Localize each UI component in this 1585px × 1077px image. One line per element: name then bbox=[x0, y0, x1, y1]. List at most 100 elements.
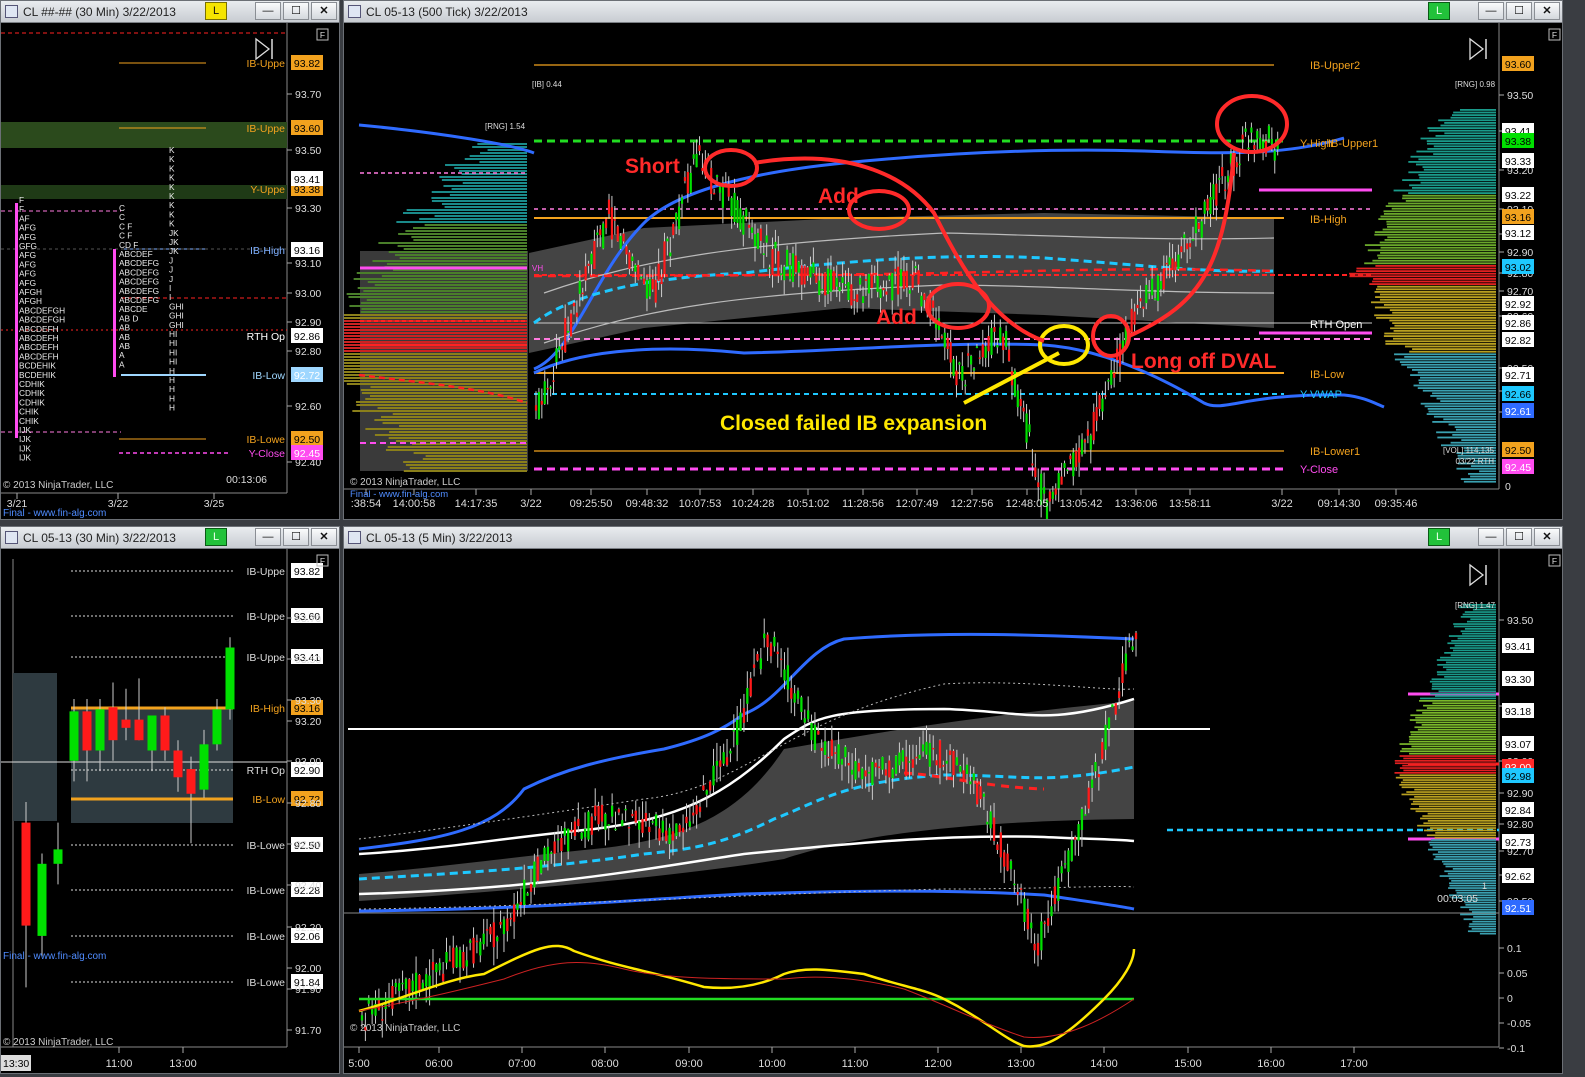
volume-bar bbox=[1389, 319, 1496, 322]
window-title: CL 05-13 (500 Tick) 3/22/2013 bbox=[366, 5, 528, 19]
tick-candle bbox=[648, 278, 651, 297]
tick-candle bbox=[1212, 184, 1215, 200]
tick-candle bbox=[546, 387, 549, 390]
link-button[interactable]: L bbox=[205, 2, 227, 20]
five-min-candle bbox=[485, 929, 489, 931]
minimize-button[interactable]: — bbox=[255, 528, 281, 546]
minimize-button[interactable]: — bbox=[255, 2, 281, 20]
chart-canvas[interactable]: IB-Uppe 93.82 IB-Uppe 93.60 IB-Uppe 93.41 IB-H… bbox=[1, 549, 339, 1073]
volume-bar bbox=[1431, 685, 1496, 688]
volume-bar bbox=[439, 176, 527, 178]
close-button[interactable]: ✕ bbox=[1534, 528, 1560, 546]
title-bar[interactable]: CL ##-## (30 Min) 3/22/2013 L — ☐ ✕ bbox=[1, 1, 339, 23]
tick-candle bbox=[534, 405, 538, 411]
link-button[interactable]: L bbox=[1428, 2, 1450, 20]
volume-bar bbox=[1436, 397, 1496, 400]
tick-candle bbox=[756, 232, 760, 249]
title-bar[interactable]: CL 05-13 (5 Min) 3/22/2013 L — ☐ ✕ bbox=[344, 527, 1562, 549]
close-button[interactable]: ✕ bbox=[311, 2, 337, 20]
five-min-candle bbox=[546, 846, 550, 861]
tick-candle bbox=[613, 219, 616, 221]
five-min-candle bbox=[560, 838, 563, 852]
profile-chart-svg[interactable]: FFAFAFGAFGGFGAFGAFGAFGAFGAFGHAFGHABCDEFG… bbox=[1, 23, 340, 520]
tick-candle bbox=[958, 362, 961, 365]
minimize-button[interactable]: — bbox=[1478, 2, 1504, 20]
five-min-candle bbox=[425, 974, 428, 987]
chart-canvas[interactable]: 93.5093.2093.0092.9092.8092.7092.6092.50… bbox=[344, 549, 1562, 1073]
minimize-button[interactable]: — bbox=[1478, 528, 1504, 546]
volume-bar bbox=[1427, 820, 1496, 822]
volume-bar bbox=[425, 455, 527, 457]
tick-candle bbox=[698, 145, 701, 151]
five-min-candle bbox=[634, 810, 637, 823]
chart-canvas[interactable]: Short Add Add Long off DVAL Closed failed IB… bbox=[344, 23, 1562, 519]
five-min-candle bbox=[739, 712, 742, 731]
maximize-button[interactable]: ☐ bbox=[1506, 528, 1532, 546]
volume-bar bbox=[1379, 298, 1496, 301]
price-tag: 93.16 bbox=[1505, 212, 1531, 224]
volume-bar bbox=[1412, 369, 1496, 371]
title-bar[interactable]: CL 05-13 (30 Min) 3/22/2013 L — ☐ ✕ bbox=[1, 527, 339, 549]
volume-bar bbox=[1411, 745, 1496, 748]
close-button[interactable]: ✕ bbox=[1534, 2, 1560, 20]
tick-candle bbox=[1095, 407, 1098, 421]
five-min-candle bbox=[976, 782, 979, 805]
volume-bar bbox=[1408, 736, 1496, 738]
volume-bar bbox=[1409, 350, 1496, 353]
window-title: CL 05-13 (5 Min) 3/22/2013 bbox=[366, 531, 513, 545]
volume-bar bbox=[1417, 824, 1496, 827]
volume-bar bbox=[356, 272, 527, 274]
link-button[interactable]: L bbox=[1428, 528, 1450, 546]
tick-candle bbox=[540, 400, 543, 405]
five-min-candle bbox=[506, 918, 509, 932]
filter-icon: F bbox=[1552, 30, 1557, 40]
tick-candle bbox=[590, 253, 593, 265]
volume-bar bbox=[344, 332, 527, 334]
volume-bar bbox=[1394, 772, 1496, 774]
volume-bar bbox=[1416, 163, 1496, 166]
link-button[interactable]: L bbox=[205, 528, 227, 546]
five-min-candle bbox=[898, 752, 901, 766]
volume-bar bbox=[1394, 353, 1496, 356]
x-tick-label: 12:48:05 bbox=[1006, 498, 1049, 510]
volume-bar bbox=[1430, 827, 1496, 829]
five-min-candle bbox=[992, 817, 996, 841]
y-tick-label: 92.60 bbox=[295, 401, 321, 413]
five-min-candle bbox=[661, 820, 664, 833]
close-button[interactable]: ✕ bbox=[311, 528, 337, 546]
price-tag: 92.73 bbox=[1505, 837, 1531, 849]
volume-bar bbox=[386, 263, 527, 265]
tick-candle bbox=[1267, 125, 1271, 139]
maximize-button[interactable]: ☐ bbox=[283, 2, 309, 20]
chart-canvas[interactable]: F F AF AFG AFG GFG AFG AFG AFG AFG AFGH AFGH ABCDEFG… bbox=[1, 23, 339, 519]
x-tick-label: 17:00 bbox=[1340, 1058, 1368, 1070]
x-tick-label: 13:36:06 bbox=[1115, 498, 1158, 510]
tick-candle bbox=[745, 208, 748, 217]
five-min-candle bbox=[641, 819, 644, 833]
volume-bar bbox=[1401, 793, 1496, 796]
maximize-button[interactable]: ☐ bbox=[1506, 2, 1532, 20]
level-price-tag: 93.16 bbox=[294, 245, 320, 257]
five-min-candle bbox=[807, 710, 810, 720]
level-label: IB-Uppe bbox=[246, 611, 285, 623]
volume-bar bbox=[1356, 267, 1496, 270]
volume-bar bbox=[1399, 743, 1496, 745]
volume-bar bbox=[396, 221, 527, 223]
volume-bar bbox=[480, 152, 527, 154]
volume-bar bbox=[1379, 293, 1496, 296]
chart-icon bbox=[348, 531, 361, 544]
thirty-min-chart-svg[interactable]: IB-Uppe 93.82IB-Uppe 93.60IB-Uppe 93.41IB-H… bbox=[1, 549, 340, 1074]
volume-bar bbox=[1412, 187, 1496, 189]
five-min-chart-svg[interactable]: 93.5093.2093.0092.9092.8092.7092.6092.50… bbox=[344, 549, 1563, 1074]
volume-bar bbox=[1429, 680, 1496, 683]
volume-bar bbox=[1444, 676, 1496, 678]
volume-bar bbox=[1373, 278, 1496, 280]
volume-bar bbox=[1410, 155, 1496, 158]
title-bar[interactable]: CL 05-13 (500 Tick) 3/22/2013 L — ☐ ✕ bbox=[344, 1, 1562, 23]
five-min-candle bbox=[796, 690, 800, 699]
volume-bar bbox=[1450, 116, 1496, 119]
five-min-candle bbox=[1124, 653, 1128, 671]
tick-chart-svg[interactable]: Short Add Add Long off DVAL Closed failed IB… bbox=[344, 23, 1563, 520]
volume-bar bbox=[1452, 649, 1496, 652]
maximize-button[interactable]: ☐ bbox=[283, 528, 309, 546]
